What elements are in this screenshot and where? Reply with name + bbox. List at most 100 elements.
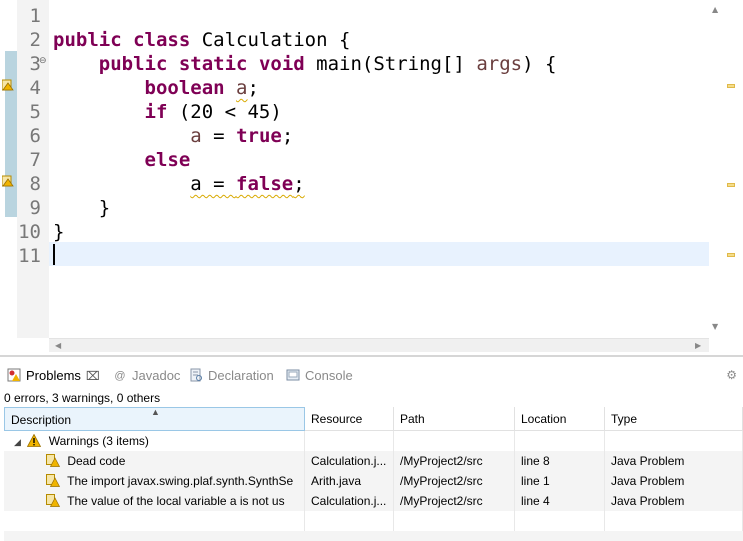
code-token: public (98, 53, 168, 75)
code-token: a (236, 77, 248, 99)
problems-icon (6, 368, 22, 384)
declaration-icon (188, 368, 204, 384)
code-token: (20 < 45) (167, 101, 282, 123)
code-token: public (53, 29, 122, 51)
problem-type: Java Problem (605, 451, 743, 471)
warnings-group-row[interactable]: ◢ Warnings (3 items) (4, 431, 743, 451)
tab-console[interactable]: Console (285, 366, 353, 386)
line-number: 11 (18, 245, 41, 267)
console-icon (285, 368, 301, 384)
line-number: 9 (29, 197, 41, 219)
warning-marker-icon[interactable] (2, 79, 14, 91)
code-line[interactable]: public class Calculation { (53, 28, 350, 52)
tab-declaration[interactable]: Declaration (188, 366, 274, 386)
code-token: static (178, 53, 248, 75)
code-line[interactable]: a = false; (53, 172, 305, 196)
code-token: true (236, 125, 282, 147)
table-row[interactable]: Dead code Calculation.j... /MyProject2/s… (4, 451, 743, 471)
code-line[interactable]: a = true; (53, 124, 293, 148)
code-line[interactable]: public static void main(String[] args) { (53, 52, 557, 76)
code-token: main(String[] (304, 53, 477, 75)
java-warning-icon (46, 474, 60, 487)
code-token: ; (247, 77, 259, 99)
code-line[interactable]: else (53, 148, 191, 172)
code-token: if (144, 101, 168, 123)
code-line[interactable]: } (53, 196, 110, 220)
tab-javadoc[interactable]: @ Javadoc (112, 366, 180, 386)
tab-problems[interactable]: Problems ⌧ (6, 366, 100, 386)
code-token: } (53, 221, 65, 243)
problem-location: line 4 (515, 491, 605, 511)
line-number: 7 (29, 149, 41, 171)
annotation-ruler (0, 0, 17, 338)
overview-warning-mark[interactable] (727, 183, 735, 187)
problem-type: Java Problem (605, 491, 743, 511)
line-number-ruler: 1 2 3 4 5 6 7 8 9 10 11 (17, 0, 49, 338)
table-row[interactable]: The import javax.swing.plaf.synth.SynthS… (4, 471, 743, 491)
java-warning-icon (46, 454, 60, 467)
problem-path: /MyProject2/src (394, 491, 515, 511)
code-token: boolean (144, 77, 225, 99)
column-header-type[interactable]: Type (605, 407, 743, 431)
column-header-path[interactable]: Path (394, 407, 515, 431)
code-line[interactable]: if (20 < 45) (53, 100, 282, 124)
problem-location: line 1 (515, 471, 605, 491)
overview-warning-mark[interactable] (727, 84, 735, 88)
empty-row (4, 511, 743, 531)
scroll-up-arrow-icon[interactable]: ▲ (712, 5, 718, 14)
text-caret (53, 244, 55, 265)
column-header-location[interactable]: Location (515, 407, 605, 431)
code-token: ; (293, 173, 305, 195)
code-editor[interactable]: 1 2 3 4 5 6 7 8 9 10 11 ⊖ public class C… (0, 0, 743, 356)
overview-warning-mark[interactable] (727, 253, 735, 257)
expand-toggle-icon[interactable]: ◢ (14, 432, 24, 451)
warning-icon (27, 434, 42, 447)
column-header-resource[interactable]: Resource (305, 407, 394, 431)
view-menu-icon[interactable]: ⚙ (726, 368, 737, 382)
problem-resource: Calculation.j... (305, 451, 394, 471)
editor-divider[interactable] (0, 355, 743, 357)
problem-type: Java Problem (605, 471, 743, 491)
vertical-scrollbar[interactable]: ▲ ▼ (709, 0, 734, 338)
scroll-down-arrow-icon[interactable]: ▼ (712, 322, 718, 331)
code-token: = (201, 125, 237, 147)
code-line[interactable]: boolean a; (53, 76, 259, 100)
close-icon[interactable]: ⌧ (86, 366, 100, 386)
quick-diff-bar (5, 51, 17, 217)
horizontal-scrollbar[interactable]: ◀ ▶ (49, 338, 709, 352)
code-token: args (476, 53, 523, 75)
problem-resource: Arith.java (305, 471, 394, 491)
code-token: ; (281, 125, 294, 147)
table-row[interactable]: The value of the local variable a is not… (4, 491, 743, 511)
view-tab-bar: Problems ⌧ @ Javadoc Declaration Console (0, 362, 743, 388)
scroll-right-arrow-icon[interactable]: ▶ (695, 341, 701, 350)
line-number: 5 (29, 101, 41, 123)
line-number: 8 (29, 173, 41, 195)
code-token: void (258, 53, 305, 75)
code-token: else (144, 149, 191, 171)
scroll-left-arrow-icon[interactable]: ◀ (55, 341, 61, 350)
line-number: 4 (29, 77, 41, 99)
column-header-description[interactable]: Description ▲ (4, 407, 305, 431)
empty-row (4, 531, 743, 541)
tab-label: Javadoc (132, 368, 181, 383)
warning-marker-icon[interactable] (2, 175, 14, 187)
tab-label: Declaration (208, 368, 274, 383)
code-token: Calculation { (190, 29, 351, 51)
tab-label: Problems (26, 368, 81, 383)
problem-path: /MyProject2/src (394, 471, 515, 491)
code-token: ) { (522, 53, 557, 75)
code-line[interactable]: } (53, 220, 64, 244)
sort-ascending-icon: ▲ (151, 407, 160, 417)
fold-collapse-icon[interactable]: ⊖ (39, 56, 47, 66)
problem-location: line 8 (515, 451, 605, 471)
line-number: 6 (29, 125, 41, 147)
javadoc-icon: @ (114, 370, 126, 382)
